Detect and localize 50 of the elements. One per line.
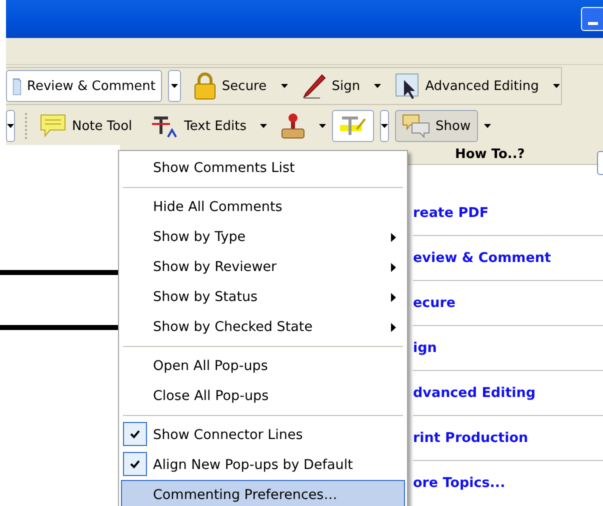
toolbar-button[interactable]: Text Edits (145, 110, 254, 142)
menu-item[interactable]: Show by Checked State (121, 312, 405, 342)
caret-icon (552, 84, 560, 88)
menu-item[interactable]: Show by Type (121, 222, 405, 252)
caret-icon (171, 84, 178, 88)
toolbar-button[interactable]: Advanced Editing (388, 70, 546, 102)
toolbar-button[interactable]: Review & Comment (6, 70, 162, 102)
caret-icon (260, 124, 267, 128)
note-icon (40, 114, 66, 138)
toolbar-button[interactable]: Sign (294, 70, 368, 102)
menu-item[interactable]: Close All Pop-ups (121, 381, 405, 411)
text-edit-icon (152, 114, 178, 138)
speech-bubbles-icon (402, 114, 430, 138)
dropdown-button[interactable] (168, 70, 181, 102)
minimize-icon (588, 22, 598, 25)
toolbar-button[interactable]: Show (394, 110, 478, 142)
menu-item[interactable]: Open All Pop-ups (121, 351, 405, 381)
caret-icon (318, 124, 326, 128)
cursor-icon (395, 72, 420, 100)
caret-icon (380, 124, 388, 128)
padlock-icon (194, 72, 216, 100)
help-link[interactable]: ign (413, 326, 603, 371)
caret-icon (374, 84, 382, 88)
menu-item[interactable]: Hide All Comments (121, 192, 405, 222)
tool-button[interactable] (332, 110, 374, 142)
menu-item[interactable]: Show Connector Lines (121, 420, 405, 450)
minimize-button[interactable] (581, 7, 603, 31)
toolbar-button[interactable]: Note Tool (33, 110, 140, 142)
help-link[interactable]: rint Production (413, 416, 603, 461)
menu-item[interactable]: Align New Pop-ups by Default (121, 450, 405, 480)
menu-item[interactable]: Show Comments List (121, 153, 405, 183)
caret-icon (7, 124, 14, 128)
help-link[interactable]: reate PDF (413, 191, 603, 236)
menu-item[interactable]: Commenting Preferences… (121, 480, 405, 506)
dropdown-button[interactable] (6, 110, 15, 142)
pen-icon (302, 73, 326, 99)
menu-item[interactable]: Show by Status (121, 282, 405, 312)
help-link[interactable]: ore Topics... (413, 461, 603, 505)
help-link[interactable]: eview & Comment (413, 236, 603, 281)
stamp-icon (280, 113, 306, 139)
caret-icon (280, 84, 288, 88)
toolbar-button[interactable]: Secure (186, 70, 274, 102)
help-link[interactable]: dvanced Editing (413, 371, 603, 416)
highlighter-icon (338, 115, 367, 137)
dropdown-button[interactable] (380, 110, 389, 142)
help-link[interactable]: ecure (413, 281, 603, 326)
document-icon (13, 77, 21, 95)
menu-item[interactable]: Show by Reviewer (121, 252, 405, 282)
caret-icon (484, 124, 491, 128)
panel-title: How To..? (455, 147, 525, 162)
